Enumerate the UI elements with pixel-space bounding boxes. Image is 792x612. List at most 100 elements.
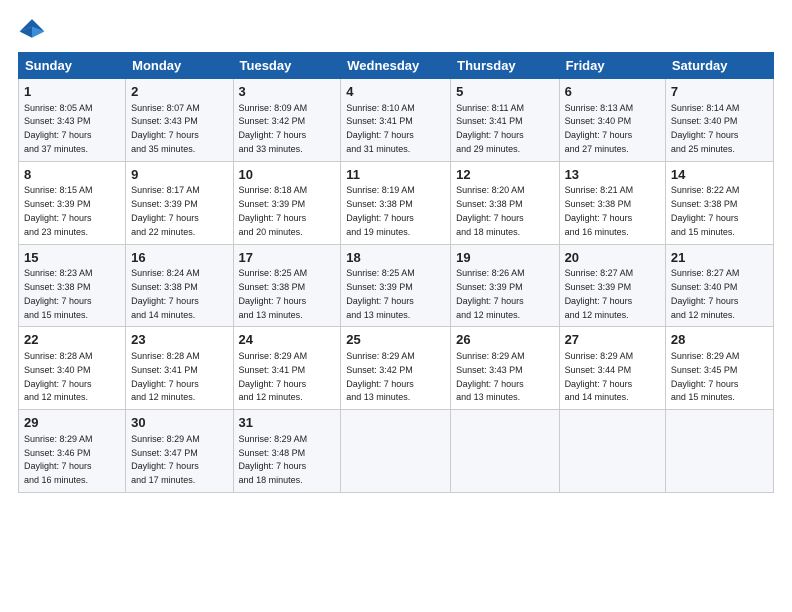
calendar-header-saturday: Saturday (665, 53, 773, 79)
calendar-cell (451, 410, 559, 493)
calendar-cell (665, 410, 773, 493)
day-number: 18 (346, 249, 445, 267)
calendar-cell: 13Sunrise: 8:21 AM Sunset: 3:38 PM Dayli… (559, 161, 665, 244)
calendar-cell (559, 410, 665, 493)
day-info: Sunrise: 8:14 AM Sunset: 3:40 PM Dayligh… (671, 103, 740, 154)
calendar-cell: 5Sunrise: 8:11 AM Sunset: 3:41 PM Daylig… (451, 79, 559, 162)
calendar-cell: 25 Sunrise: 8:29 AM Sunset: 3:42 PM Dayli… (341, 327, 451, 410)
day-number: 1 (24, 83, 120, 101)
calendar-cell: 10Sunrise: 8:18 AM Sunset: 3:39 PM Dayli… (233, 161, 341, 244)
day-number: 2 (131, 83, 227, 101)
day-info: Sunrise: 8:29 AM Sunset: 3:41 PM Dayligh… (239, 351, 308, 402)
day-info: Sunrise: 8:07 AM Sunset: 3:43 PM Dayligh… (131, 103, 200, 154)
calendar-cell: 17Sunrise: 8:25 AM Sunset: 3:38 PM Dayli… (233, 244, 341, 327)
day-number: 7 (671, 83, 768, 101)
calendar-cell: 1 Sunrise: 8:05 AM Sunset: 3:43 PM Daylig… (19, 79, 126, 162)
day-number: 6 (565, 83, 660, 101)
day-number: 9 (131, 166, 227, 184)
day-info: Sunrise: 8:29 AM Sunset: 3:44 PM Dayligh… (565, 351, 634, 402)
day-number: 8 (24, 166, 120, 184)
day-number: 20 (565, 249, 660, 267)
day-info: Sunrise: 8:25 AM Sunset: 3:39 PM Dayligh… (346, 268, 415, 319)
day-number: 11 (346, 166, 445, 184)
day-number: 25 (346, 331, 445, 349)
day-number: 14 (671, 166, 768, 184)
day-number: 29 (24, 414, 120, 432)
calendar-cell: 12Sunrise: 8:20 AM Sunset: 3:38 PM Dayli… (451, 161, 559, 244)
calendar-cell: 6 Sunrise: 8:13 AM Sunset: 3:40 PM Daylig… (559, 79, 665, 162)
calendar-cell (341, 410, 451, 493)
day-number: 13 (565, 166, 660, 184)
day-info: Sunrise: 8:11 AM Sunset: 3:41 PM Dayligh… (456, 103, 524, 154)
calendar-cell: 2 Sunrise: 8:07 AM Sunset: 3:43 PM Daylig… (126, 79, 233, 162)
day-info: Sunrise: 8:26 AM Sunset: 3:39 PM Dayligh… (456, 268, 525, 319)
day-info: Sunrise: 8:20 AM Sunset: 3:38 PM Dayligh… (456, 185, 525, 236)
day-info: Sunrise: 8:27 AM Sunset: 3:39 PM Dayligh… (565, 268, 634, 319)
calendar-week-3: 15Sunrise: 8:23 AM Sunset: 3:38 PM Dayli… (19, 244, 774, 327)
calendar-cell: 24Sunrise: 8:29 AM Sunset: 3:41 PM Dayli… (233, 327, 341, 410)
calendar-cell: 30 Sunrise: 8:29 AM Sunset: 3:47 PM Dayli… (126, 410, 233, 493)
calendar-cell: 22 Sunrise: 8:28 AM Sunset: 3:40 PM Dayli… (19, 327, 126, 410)
calendar-cell: 21Sunrise: 8:27 AM Sunset: 3:40 PM Dayli… (665, 244, 773, 327)
calendar: SundayMondayTuesdayWednesdayThursdayFrid… (18, 52, 774, 493)
calendar-header-row: SundayMondayTuesdayWednesdayThursdayFrid… (19, 53, 774, 79)
day-number: 28 (671, 331, 768, 349)
logo (18, 16, 50, 44)
calendar-cell: 14Sunrise: 8:22 AM Sunset: 3:38 PM Dayli… (665, 161, 773, 244)
day-number: 3 (239, 83, 336, 101)
calendar-cell: 15Sunrise: 8:23 AM Sunset: 3:38 PM Dayli… (19, 244, 126, 327)
day-number: 10 (239, 166, 336, 184)
page: SundayMondayTuesdayWednesdayThursdayFrid… (0, 0, 792, 503)
day-info: Sunrise: 8:29 AM Sunset: 3:46 PM Dayligh… (24, 434, 93, 485)
day-number: 22 (24, 331, 120, 349)
calendar-cell: 19Sunrise: 8:26 AM Sunset: 3:39 PM Dayli… (451, 244, 559, 327)
day-number: 15 (24, 249, 120, 267)
calendar-week-1: 1 Sunrise: 8:05 AM Sunset: 3:43 PM Daylig… (19, 79, 774, 162)
day-number: 30 (131, 414, 227, 432)
day-number: 19 (456, 249, 553, 267)
header (18, 16, 774, 44)
day-info: Sunrise: 8:29 AM Sunset: 3:47 PM Dayligh… (131, 434, 200, 485)
calendar-week-5: 29 Sunrise: 8:29 AM Sunset: 3:46 PM Dayli… (19, 410, 774, 493)
day-info: Sunrise: 8:19 AM Sunset: 3:38 PM Dayligh… (346, 185, 415, 236)
calendar-header-monday: Monday (126, 53, 233, 79)
calendar-week-4: 22 Sunrise: 8:28 AM Sunset: 3:40 PM Dayli… (19, 327, 774, 410)
day-number: 31 (239, 414, 336, 432)
calendar-cell: 31 Sunrise: 8:29 AM Sunset: 3:48 PM Dayli… (233, 410, 341, 493)
day-info: Sunrise: 8:10 AM Sunset: 3:41 PM Dayligh… (346, 103, 415, 154)
day-info: Sunrise: 8:23 AM Sunset: 3:38 PM Dayligh… (24, 268, 93, 319)
day-number: 26 (456, 331, 553, 349)
calendar-cell: 11Sunrise: 8:19 AM Sunset: 3:38 PM Dayli… (341, 161, 451, 244)
calendar-cell: 7 Sunrise: 8:14 AM Sunset: 3:40 PM Daylig… (665, 79, 773, 162)
day-info: Sunrise: 8:24 AM Sunset: 3:38 PM Dayligh… (131, 268, 200, 319)
day-info: Sunrise: 8:29 AM Sunset: 3:43 PM Dayligh… (456, 351, 525, 402)
day-info: Sunrise: 8:28 AM Sunset: 3:40 PM Dayligh… (24, 351, 93, 402)
day-info: Sunrise: 8:29 AM Sunset: 3:45 PM Dayligh… (671, 351, 740, 402)
day-info: Sunrise: 8:17 AM Sunset: 3:39 PM Dayligh… (131, 185, 200, 236)
day-number: 27 (565, 331, 660, 349)
day-info: Sunrise: 8:29 AM Sunset: 3:42 PM Dayligh… (346, 351, 415, 402)
day-number: 23 (131, 331, 227, 349)
day-info: Sunrise: 8:25 AM Sunset: 3:38 PM Dayligh… (239, 268, 308, 319)
day-info: Sunrise: 8:13 AM Sunset: 3:40 PM Dayligh… (565, 103, 634, 154)
day-number: 4 (346, 83, 445, 101)
calendar-header-thursday: Thursday (451, 53, 559, 79)
calendar-week-2: 8Sunrise: 8:15 AM Sunset: 3:39 PM Daylig… (19, 161, 774, 244)
calendar-cell: 4 Sunrise: 8:10 AM Sunset: 3:41 PM Daylig… (341, 79, 451, 162)
day-number: 16 (131, 249, 227, 267)
day-number: 21 (671, 249, 768, 267)
calendar-header-wednesday: Wednesday (341, 53, 451, 79)
day-info: Sunrise: 8:05 AM Sunset: 3:43 PM Dayligh… (24, 103, 93, 154)
calendar-header-sunday: Sunday (19, 53, 126, 79)
calendar-cell: 3 Sunrise: 8:09 AM Sunset: 3:42 PM Daylig… (233, 79, 341, 162)
day-info: Sunrise: 8:29 AM Sunset: 3:48 PM Dayligh… (239, 434, 308, 485)
day-info: Sunrise: 8:27 AM Sunset: 3:40 PM Dayligh… (671, 268, 740, 319)
calendar-cell: 9Sunrise: 8:17 AM Sunset: 3:39 PM Daylig… (126, 161, 233, 244)
day-info: Sunrise: 8:22 AM Sunset: 3:38 PM Dayligh… (671, 185, 740, 236)
day-info: Sunrise: 8:21 AM Sunset: 3:38 PM Dayligh… (565, 185, 634, 236)
calendar-header-friday: Friday (559, 53, 665, 79)
calendar-cell: 23Sunrise: 8:28 AM Sunset: 3:41 PM Dayli… (126, 327, 233, 410)
calendar-cell: 27 Sunrise: 8:29 AM Sunset: 3:44 PM Dayli… (559, 327, 665, 410)
day-info: Sunrise: 8:09 AM Sunset: 3:42 PM Dayligh… (239, 103, 308, 154)
calendar-cell: 20Sunrise: 8:27 AM Sunset: 3:39 PM Dayli… (559, 244, 665, 327)
